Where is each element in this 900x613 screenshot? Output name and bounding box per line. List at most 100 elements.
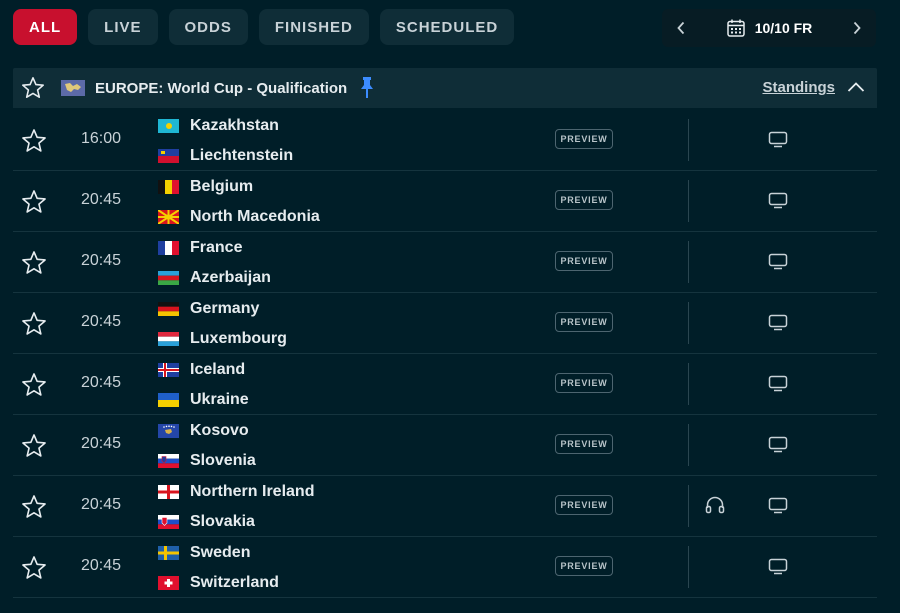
filter-all[interactable]: ALL	[13, 9, 78, 45]
tv-icon[interactable]	[768, 192, 788, 209]
preview-button[interactable]: PREVIEW	[555, 495, 613, 515]
belgium-flag-icon	[158, 180, 179, 194]
north-macedonia-flag-icon	[158, 210, 179, 224]
switzerland-flag-icon	[158, 576, 179, 590]
home-team: Northern Ireland	[158, 482, 314, 502]
kazakhstan-flag-icon	[158, 119, 179, 133]
filter-finished[interactable]: FINISHED	[258, 9, 369, 45]
match-time: 16:00	[81, 130, 122, 147]
date-picker: 10/10 FR	[662, 9, 876, 47]
preview-button[interactable]: PREVIEW	[555, 373, 613, 393]
calendar-icon	[726, 19, 745, 37]
pin-icon[interactable]	[359, 76, 375, 100]
filter-bar: ALL LIVE ODDS FINISHED SCHEDULED	[13, 9, 515, 45]
away-team: Switzerland	[158, 573, 279, 593]
divider	[688, 485, 689, 527]
chevron-up-icon[interactable]	[847, 80, 865, 94]
match-row[interactable]: 20:45 Kosovo Slovenia PREVIEW	[13, 415, 877, 476]
match-list: 16:00 Kazakhstan Liechtenstein PREVIEW 2…	[13, 110, 877, 598]
team-name: Ukraine	[190, 391, 249, 408]
star-icon[interactable]	[21, 494, 47, 520]
tv-icon[interactable]	[768, 497, 788, 514]
slovakia-flag-icon	[158, 515, 179, 529]
match-row[interactable]: 20:45 Belgium North Macedonia PREVIEW	[13, 171, 877, 232]
team-name: Azerbaijan	[190, 269, 271, 286]
divider	[688, 546, 689, 588]
match-time: 20:45	[81, 496, 122, 513]
chevron-right-icon[interactable]	[850, 21, 864, 35]
match-time: 20:45	[81, 191, 122, 208]
star-icon[interactable]	[21, 128, 47, 154]
date-selector[interactable]: 10/10 FR	[726, 18, 813, 38]
match-time: 20:45	[81, 557, 122, 574]
match-time: 20:45	[81, 435, 122, 452]
star-icon[interactable]	[21, 555, 47, 581]
preview-button[interactable]: PREVIEW	[555, 556, 613, 576]
preview-button[interactable]: PREVIEW	[555, 434, 613, 454]
slovenia-flag-icon	[158, 454, 179, 468]
match-row[interactable]: 20:45 France Azerbaijan PREVIEW	[13, 232, 877, 293]
divider	[688, 241, 689, 283]
home-team: France	[158, 238, 242, 258]
divider	[688, 302, 689, 344]
star-icon[interactable]	[13, 76, 53, 100]
away-team: Slovakia	[158, 512, 255, 532]
away-team: Luxembourg	[158, 329, 287, 349]
divider	[688, 180, 689, 222]
filter-scheduled[interactable]: SCHEDULED	[379, 9, 515, 45]
team-name: Luxembourg	[190, 330, 287, 347]
chevron-left-icon[interactable]	[674, 21, 688, 35]
star-icon[interactable]	[21, 189, 47, 215]
filter-odds[interactable]: ODDS	[168, 9, 248, 45]
ukraine-flag-icon	[158, 393, 179, 407]
france-flag-icon	[158, 241, 179, 255]
preview-button[interactable]: PREVIEW	[555, 190, 613, 210]
match-row[interactable]: 20:45 Iceland Ukraine PREVIEW	[13, 354, 877, 415]
home-team: Sweden	[158, 543, 250, 563]
tv-icon[interactable]	[768, 436, 788, 453]
away-team: Azerbaijan	[158, 268, 271, 288]
preview-button[interactable]: PREVIEW	[555, 129, 613, 149]
tv-icon[interactable]	[768, 375, 788, 392]
team-name: France	[190, 239, 243, 256]
date-label: 10/10 FR	[754, 20, 813, 36]
star-icon[interactable]	[21, 311, 47, 337]
sweden-flag-icon	[158, 546, 179, 560]
home-team: Germany	[158, 299, 259, 319]
liechtenstein-flag-icon	[158, 149, 179, 163]
match-time: 20:45	[81, 313, 122, 330]
match-row[interactable]: 16:00 Kazakhstan Liechtenstein PREVIEW	[13, 110, 877, 171]
europe-flag-icon	[61, 80, 85, 96]
team-name: North Macedonia	[190, 208, 320, 225]
star-icon[interactable]	[21, 433, 47, 459]
preview-button[interactable]: PREVIEW	[555, 251, 613, 271]
tv-icon[interactable]	[768, 131, 788, 148]
standings-link[interactable]: Standings	[762, 79, 835, 96]
match-row[interactable]: 20:45 Sweden Switzerland PREVIEW	[13, 537, 877, 598]
team-name: Kazakhstan	[190, 117, 279, 134]
league-header: EUROPE: World Cup - Qualification Standi…	[13, 68, 877, 108]
tv-icon[interactable]	[768, 558, 788, 575]
team-name: Germany	[190, 300, 260, 317]
star-icon[interactable]	[21, 250, 47, 276]
match-row[interactable]: 20:45 Germany Luxembourg PREVIEW	[13, 293, 877, 354]
tv-icon[interactable]	[768, 253, 788, 270]
match-row[interactable]: 20:45 Northern Ireland Slovakia PREVIEW	[13, 476, 877, 537]
divider	[688, 424, 689, 466]
home-team: Kosovo	[158, 421, 249, 441]
northern-ireland-flag-icon	[158, 485, 179, 499]
germany-flag-icon	[158, 302, 179, 316]
divider	[688, 119, 689, 161]
team-name: Northern Ireland	[190, 483, 315, 500]
headphones-icon[interactable]	[705, 496, 725, 514]
preview-button[interactable]: PREVIEW	[555, 312, 613, 332]
match-time: 20:45	[81, 374, 122, 391]
filter-live[interactable]: LIVE	[88, 9, 158, 45]
tv-icon[interactable]	[768, 314, 788, 331]
home-team: Belgium	[158, 177, 253, 197]
league-title[interactable]: EUROPE: World Cup - Qualification	[95, 80, 347, 97]
team-name: Slovenia	[190, 452, 256, 469]
team-name: Kosovo	[190, 422, 249, 439]
star-icon[interactable]	[21, 372, 47, 398]
iceland-flag-icon	[158, 363, 179, 377]
